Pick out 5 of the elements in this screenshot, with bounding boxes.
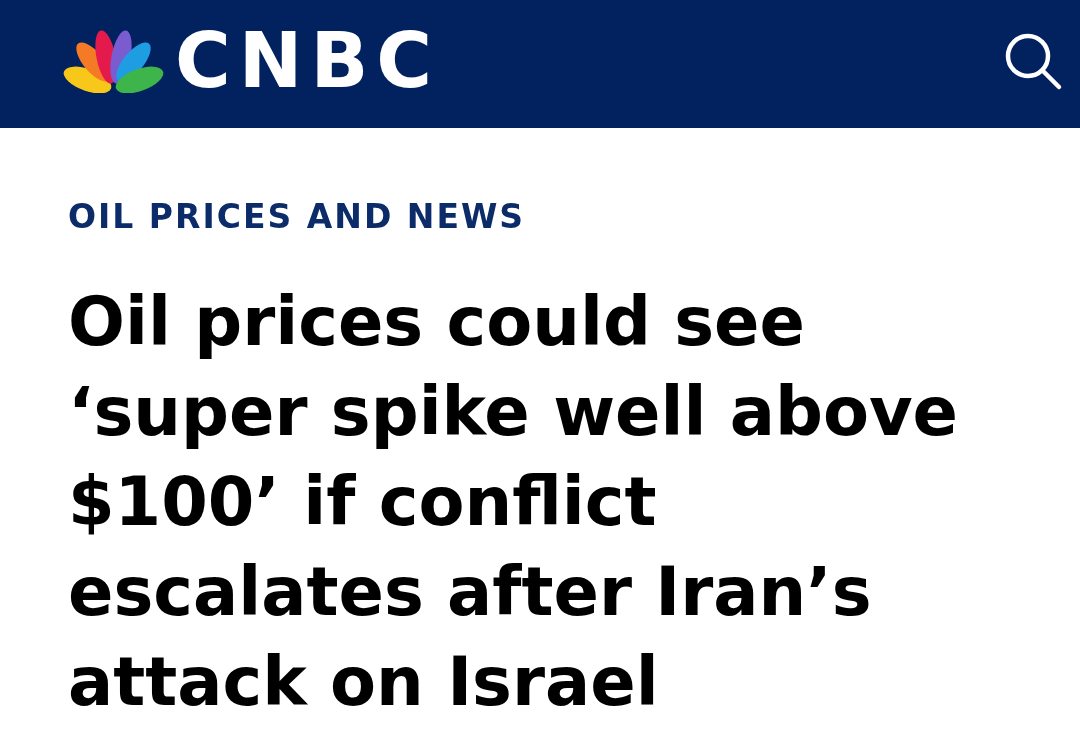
search-button[interactable] xyxy=(1003,31,1063,91)
search-icon xyxy=(1003,31,1063,91)
section-link[interactable]: OIL PRICES AND NEWS xyxy=(68,200,526,233)
logo-text: CNBC xyxy=(175,23,441,99)
article-headline: Oil prices could see ‘super spike well above $100’ if conflict escalates after Iran’s attack on Israel xyxy=(68,282,959,723)
